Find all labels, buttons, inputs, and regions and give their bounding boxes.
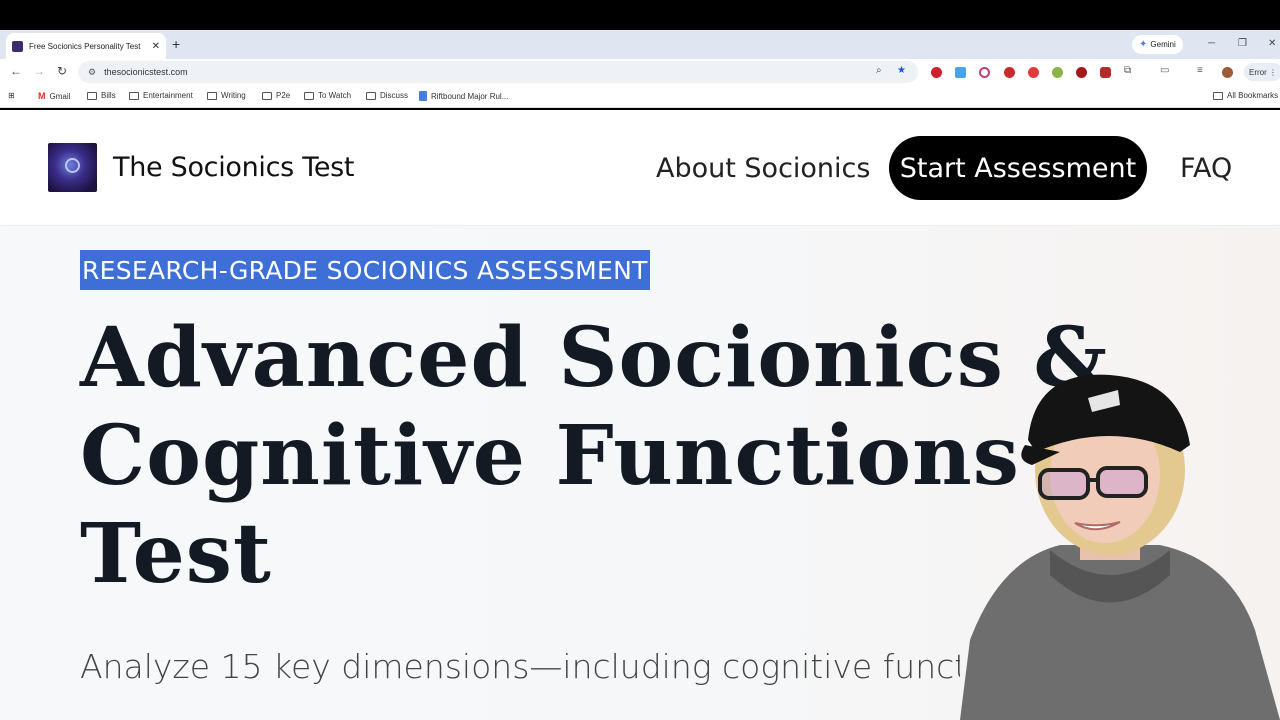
browser-tab-strip: Free Socionics Personality Test ✕ + ✦ Ge… [0, 30, 1280, 59]
bookmark-label: P2e [276, 91, 291, 100]
bookmark-riftbound[interactable]: Riftbound Major Rul... [419, 91, 508, 101]
extension-red-icon[interactable] [1100, 67, 1111, 78]
bookmark-p2e[interactable]: P2e [262, 91, 290, 100]
hero-subtitle-cutoff [80, 705, 960, 720]
error-label: Error [1249, 67, 1267, 77]
bookmark-bills[interactable]: Bills [87, 91, 116, 100]
folder-icon [129, 91, 139, 100]
brain-icon [65, 158, 80, 173]
minimize-icon[interactable]: ─ [1208, 38, 1215, 49]
browser-toolbar: ← → ↻ ⚙ thesocionicstest.com ⌕ ★ ⧉ ▭ ≡ E… [0, 59, 1280, 86]
zoom-icon[interactable]: ⌕ [876, 65, 882, 76]
start-assessment-button[interactable]: Start Assessment [889, 136, 1147, 200]
folder-icon [87, 91, 97, 100]
extension-ublock-icon[interactable] [1076, 67, 1087, 78]
folder-icon [207, 91, 217, 100]
bookmarks-bar: ⊞ M Gmail Bills Entertainment Writing P2e… [0, 86, 1280, 108]
folder-icon [262, 91, 272, 100]
close-tab-icon[interactable]: ✕ [152, 41, 160, 52]
gemini-label: Gemini [1150, 40, 1176, 49]
bookmark-label: To Watch [318, 91, 352, 100]
gmail-icon: M [38, 91, 46, 101]
url-text: thesocionicstest.com [104, 67, 188, 77]
extension-opera-icon[interactable] [931, 67, 942, 78]
cutoff-text-lines [80, 705, 960, 720]
extension-green-icon[interactable] [1052, 67, 1063, 78]
bookmark-label: Riftbound Major Rul... [431, 91, 509, 101]
presenter-webcam-overlay [940, 360, 1280, 720]
address-bar[interactable]: ⚙ thesocionicstest.com [78, 61, 918, 83]
site-logo[interactable] [48, 143, 97, 192]
apps-grid-icon[interactable]: ⊞ [8, 91, 15, 100]
gemini-sparkle-icon: ✦ [1139, 39, 1148, 50]
presenter-illustration [960, 374, 1280, 720]
error-button[interactable]: Error ⋮ [1244, 63, 1280, 81]
all-bookmarks[interactable]: All Bookmarks [1213, 91, 1278, 100]
tab-title: Free Socionics Personality Test [29, 41, 141, 51]
extension-shield-icon[interactable] [1004, 67, 1015, 78]
split-view-icon[interactable]: ▭ [1160, 65, 1169, 76]
hero-subtitle: Analyze 15 key dimensions—including cogn… [80, 647, 960, 686]
folder-icon [304, 91, 314, 100]
bookmark-star-icon[interactable]: ★ [897, 65, 906, 76]
bookmark-to-watch[interactable]: To Watch [304, 91, 351, 100]
back-arrow-icon[interactable]: ← [10, 64, 22, 78]
bookmark-discuss[interactable]: Discuss [366, 91, 408, 100]
extension-abp-icon[interactable] [1028, 67, 1039, 78]
bookmark-label: Discuss [380, 91, 409, 100]
bookmark-label: Writing [221, 91, 246, 100]
extension-lines-icon[interactable] [955, 67, 966, 78]
reload-icon[interactable]: ↻ [57, 64, 67, 78]
new-tab-button[interactable]: + [172, 36, 180, 52]
doc-icon [419, 91, 427, 101]
extension-block-icon[interactable] [979, 67, 990, 78]
bookmark-label: Bills [101, 91, 116, 100]
gemini-button[interactable]: ✦ Gemini [1132, 35, 1183, 54]
bookmark-label: Gmail [49, 91, 71, 101]
nav-about-link[interactable]: About Socionics [656, 153, 870, 184]
all-bookmarks-label: All Bookmarks [1227, 91, 1279, 100]
browser-tab[interactable]: Free Socionics Personality Test ✕ [6, 33, 166, 59]
hero-eyebrow: RESEARCH-GRADE SOCIONICS ASSESSMENT [80, 250, 650, 290]
site-info-icon[interactable]: ⚙ [88, 67, 96, 78]
screen-top-bar [0, 0, 1280, 30]
site-header: The Socionics Test About Socionics Start… [0, 110, 1280, 226]
close-window-icon[interactable]: ✕ [1268, 38, 1276, 49]
site-favicon-icon [12, 40, 23, 52]
extensions-puzzle-icon[interactable]: ⧉ [1124, 65, 1131, 76]
profile-avatar-icon[interactable] [1222, 67, 1233, 78]
bookmark-writing[interactable]: Writing [207, 91, 246, 100]
folder-icon [1213, 91, 1223, 100]
bookmark-gmail[interactable]: M Gmail [38, 91, 70, 101]
restore-icon[interactable]: ❐ [1238, 38, 1247, 49]
folder-icon [366, 91, 376, 100]
site-title[interactable]: The Socionics Test [113, 152, 355, 183]
forward-arrow-icon[interactable]: → [33, 64, 45, 78]
bookmark-label: Entertainment [143, 91, 193, 100]
bookmark-entertainment[interactable]: Entertainment [129, 91, 193, 100]
reading-list-icon[interactable]: ≡ [1197, 65, 1203, 76]
nav-faq-link[interactable]: FAQ [1180, 153, 1232, 184]
